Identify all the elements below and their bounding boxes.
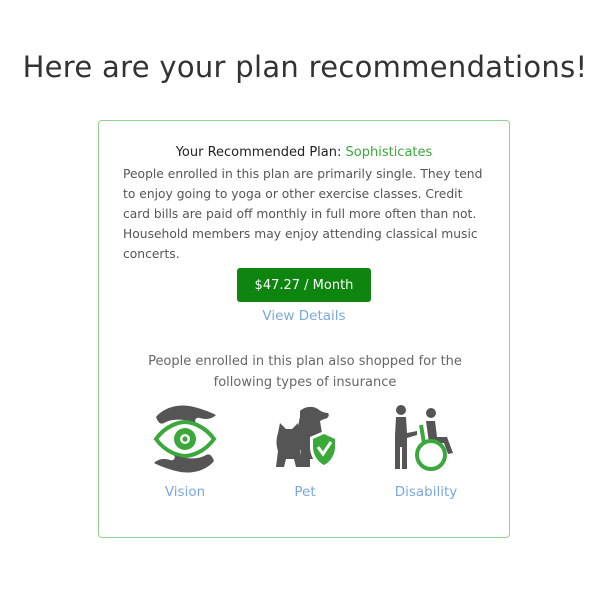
pet-icon xyxy=(276,406,338,469)
recommended-plan-prefix: Your Recommended Plan: xyxy=(175,145,346,160)
vision-icon xyxy=(153,405,217,473)
insurance-label-vision: Vision xyxy=(164,484,206,500)
insurance-item-disability[interactable]: Disability xyxy=(378,403,474,503)
insurance-item-pet[interactable]: Pet xyxy=(257,403,353,503)
insurance-item-vision[interactable]: Vision xyxy=(137,403,233,503)
view-details-link[interactable]: View Details xyxy=(99,308,509,324)
recommended-plan-heading: Your Recommended Plan: Sophisticates xyxy=(99,145,509,160)
insurance-label-pet: Pet xyxy=(294,484,316,500)
plan-name: Sophisticates xyxy=(345,145,433,160)
insurance-label-disability: Disability xyxy=(394,484,458,500)
disability-icon xyxy=(395,405,453,471)
also-shopped-text: People enrolled in this plan also shoppe… xyxy=(148,354,462,390)
page-title: Here are your plan recommendations! xyxy=(22,50,588,84)
recommendation-card: Your Recommended Plan: Sophisticates Peo… xyxy=(98,120,510,538)
price-button[interactable]: $47.27 / Month xyxy=(237,268,371,302)
plan-description: People enrolled in this plan are primari… xyxy=(123,167,483,261)
